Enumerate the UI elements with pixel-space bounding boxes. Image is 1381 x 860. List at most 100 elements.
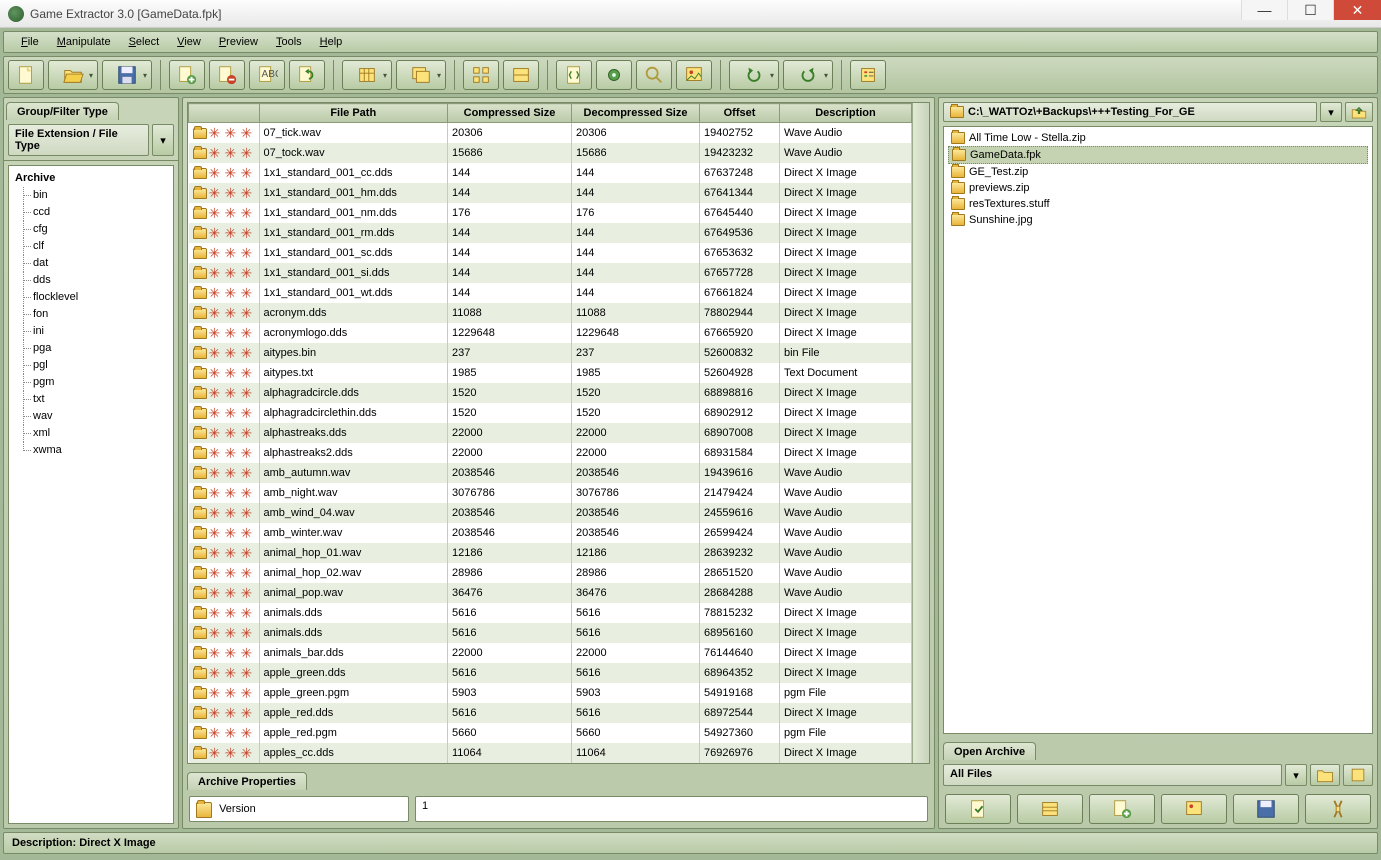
path-field[interactable]: C:\_WATTOz\+Backups\+++Testing_For_GE <box>943 102 1317 122</box>
table-row[interactable]: ✳✳✳07_tock.wav156861568619423232Wave Aud… <box>189 143 912 163</box>
undo-button[interactable] <box>729 60 779 90</box>
search-button[interactable] <box>636 60 672 90</box>
script-button[interactable] <box>556 60 592 90</box>
action-6-button[interactable] <box>1305 794 1371 824</box>
tree-node[interactable]: fon <box>15 306 167 323</box>
close-button[interactable]: ✕ <box>1333 0 1381 20</box>
rename-button[interactable]: ABC <box>249 60 285 90</box>
column-header[interactable] <box>189 104 260 123</box>
table-row[interactable]: ✳✳✳animal_hop_01.wav121861218628639232Wa… <box>189 543 912 563</box>
menu-manipulate[interactable]: Manipulate <box>48 34 120 50</box>
action-1-button[interactable] <box>945 794 1011 824</box>
table-row[interactable]: ✳✳✳acronym.dds110881108878802944Direct X… <box>189 303 912 323</box>
extract-all-button[interactable] <box>396 60 446 90</box>
table-row[interactable]: ✳✳✳1x1_standard_001_hm.dds14414467641344… <box>189 183 912 203</box>
filter-tree[interactable]: Archive binccdcfgclfdatddsflocklevelfoni… <box>8 165 174 824</box>
tree-node[interactable]: pgl <box>15 357 167 374</box>
tree-node[interactable]: pgm <box>15 374 167 391</box>
tree-node[interactable]: txt <box>15 391 167 408</box>
table-row[interactable]: ✳✳✳alphastreaks.dds220002200068907008Dir… <box>189 423 912 443</box>
tree-node[interactable]: clf <box>15 238 167 255</box>
table-row[interactable]: ✳✳✳1x1_standard_001_si.dds14414467657728… <box>189 263 912 283</box>
save-button[interactable] <box>102 60 152 90</box>
scan-action-button[interactable] <box>1343 764 1373 786</box>
table-row[interactable]: ✳✳✳animals_bar.dds220002200076144640Dire… <box>189 643 912 663</box>
archive-properties-tab[interactable]: Archive Properties <box>187 772 307 790</box>
table-row[interactable]: ✳✳✳1x1_standard_001_rm.dds14414467649536… <box>189 223 912 243</box>
tree-node[interactable]: flocklevel <box>15 289 167 306</box>
table-row[interactable]: ✳✳✳acronymlogo.dds1229648122964867665920… <box>189 323 912 343</box>
up-folder-button[interactable] <box>1345 102 1373 122</box>
table-row[interactable]: ✳✳✳amb_wind_04.wav2038546203854624559616… <box>189 503 912 523</box>
select-none-button[interactable] <box>503 60 539 90</box>
remove-file-button[interactable] <box>209 60 245 90</box>
tree-node[interactable]: xml <box>15 425 167 442</box>
table-row[interactable]: ✳✳✳apples_cc.dds110641106476926976Direct… <box>189 743 912 763</box>
file-table[interactable]: File PathCompressed SizeDecompressed Siz… <box>188 103 912 763</box>
replace-button[interactable] <box>289 60 325 90</box>
table-scrollbar[interactable] <box>912 103 929 763</box>
browser-item[interactable]: GameData.fpk <box>948 146 1368 164</box>
column-header[interactable]: File Path <box>259 104 448 123</box>
add-file-button[interactable] <box>169 60 205 90</box>
filter-dropdown-button[interactable]: ▾ <box>1285 764 1307 786</box>
tree-node[interactable]: xwma <box>15 442 167 459</box>
table-row[interactable]: ✳✳✳1x1_standard_001_nm.dds17617667645440… <box>189 203 912 223</box>
file-filter[interactable]: All Files <box>943 764 1282 786</box>
open-button[interactable] <box>48 60 98 90</box>
menu-select[interactable]: Select <box>120 34 169 50</box>
filter-dropdown-button[interactable]: ▾ <box>152 124 174 156</box>
table-row[interactable]: ✳✳✳apple_red.dds5616561668972544Direct X… <box>189 703 912 723</box>
action-5-button[interactable] <box>1233 794 1299 824</box>
table-row[interactable]: ✳✳✳alphagradcircle.dds1520152068898816Di… <box>189 383 912 403</box>
browser-item[interactable]: All Time Low - Stella.zip <box>948 130 1368 146</box>
options-button[interactable] <box>850 60 886 90</box>
menu-tools[interactable]: Tools <box>267 34 311 50</box>
extract-button[interactable] <box>342 60 392 90</box>
action-4-button[interactable] <box>1161 794 1227 824</box>
table-row[interactable]: ✳✳✳alphastreaks2.dds220002200068931584Di… <box>189 443 912 463</box>
path-dropdown-button[interactable]: ▾ <box>1320 102 1342 122</box>
table-row[interactable]: ✳✳✳amb_autumn.wav2038546203854619439616W… <box>189 463 912 483</box>
column-header[interactable]: Description <box>780 104 912 123</box>
table-row[interactable]: ✳✳✳amb_winter.wav2038546203854626599424W… <box>189 523 912 543</box>
table-row[interactable]: ✳✳✳apple_red.pgm5660566054927360pgm File <box>189 723 912 743</box>
action-3-button[interactable] <box>1089 794 1155 824</box>
table-row[interactable]: ✳✳✳apple_green.dds5616561668964352Direct… <box>189 663 912 683</box>
file-browser[interactable]: All Time Low - Stella.zipGameData.fpkGE_… <box>943 126 1373 734</box>
table-row[interactable]: ✳✳✳animals.dds5616561668956160Direct X I… <box>189 623 912 643</box>
column-header[interactable]: Decompressed Size <box>572 104 700 123</box>
filter-tab[interactable]: Group/Filter Type <box>6 102 119 120</box>
column-header[interactable]: Compressed Size <box>448 104 572 123</box>
maximize-button[interactable]: ☐ <box>1287 0 1333 20</box>
table-row[interactable]: ✳✳✳alphagradcirclethin.dds15201520689029… <box>189 403 912 423</box>
table-row[interactable]: ✳✳✳aitypes.bin23723752600832bin File <box>189 343 912 363</box>
column-header[interactable]: Offset <box>700 104 780 123</box>
new-button[interactable] <box>8 60 44 90</box>
menu-view[interactable]: View <box>168 34 210 50</box>
select-all-button[interactable] <box>463 60 499 90</box>
gear-button[interactable] <box>596 60 632 90</box>
table-row[interactable]: ✳✳✳animals.dds5616561678815232Direct X I… <box>189 603 912 623</box>
preview-button[interactable] <box>676 60 712 90</box>
table-row[interactable]: ✳✳✳animal_pop.wav364763647628684288Wave … <box>189 583 912 603</box>
table-row[interactable]: ✳✳✳07_tick.wav203062030619402752Wave Aud… <box>189 123 912 143</box>
browser-item[interactable]: Sunshine.jpg <box>948 212 1368 228</box>
tree-node[interactable]: dds <box>15 272 167 289</box>
filter-selector[interactable]: File Extension / File Type <box>8 124 149 156</box>
browser-item[interactable]: GE_Test.zip <box>948 164 1368 180</box>
tree-node[interactable]: ini <box>15 323 167 340</box>
table-row[interactable]: ✳✳✳animal_hop_02.wav289862898628651520Wa… <box>189 563 912 583</box>
table-row[interactable]: ✳✳✳apple_green.pgm5903590354919168pgm Fi… <box>189 683 912 703</box>
tree-node[interactable]: ccd <box>15 204 167 221</box>
tree-node[interactable]: bin <box>15 187 167 204</box>
table-row[interactable]: ✳✳✳1x1_standard_001_cc.dds14414467637248… <box>189 163 912 183</box>
table-row[interactable]: ✳✳✳aitypes.txt1985198552604928Text Docum… <box>189 363 912 383</box>
property-value[interactable]: 1 <box>415 796 928 822</box>
tree-node[interactable]: wav <box>15 408 167 425</box>
browser-item[interactable]: previews.zip <box>948 180 1368 196</box>
tree-node[interactable]: pga <box>15 340 167 357</box>
action-2-button[interactable] <box>1017 794 1083 824</box>
open-action-button[interactable] <box>1310 764 1340 786</box>
menu-file[interactable]: File <box>12 34 48 50</box>
